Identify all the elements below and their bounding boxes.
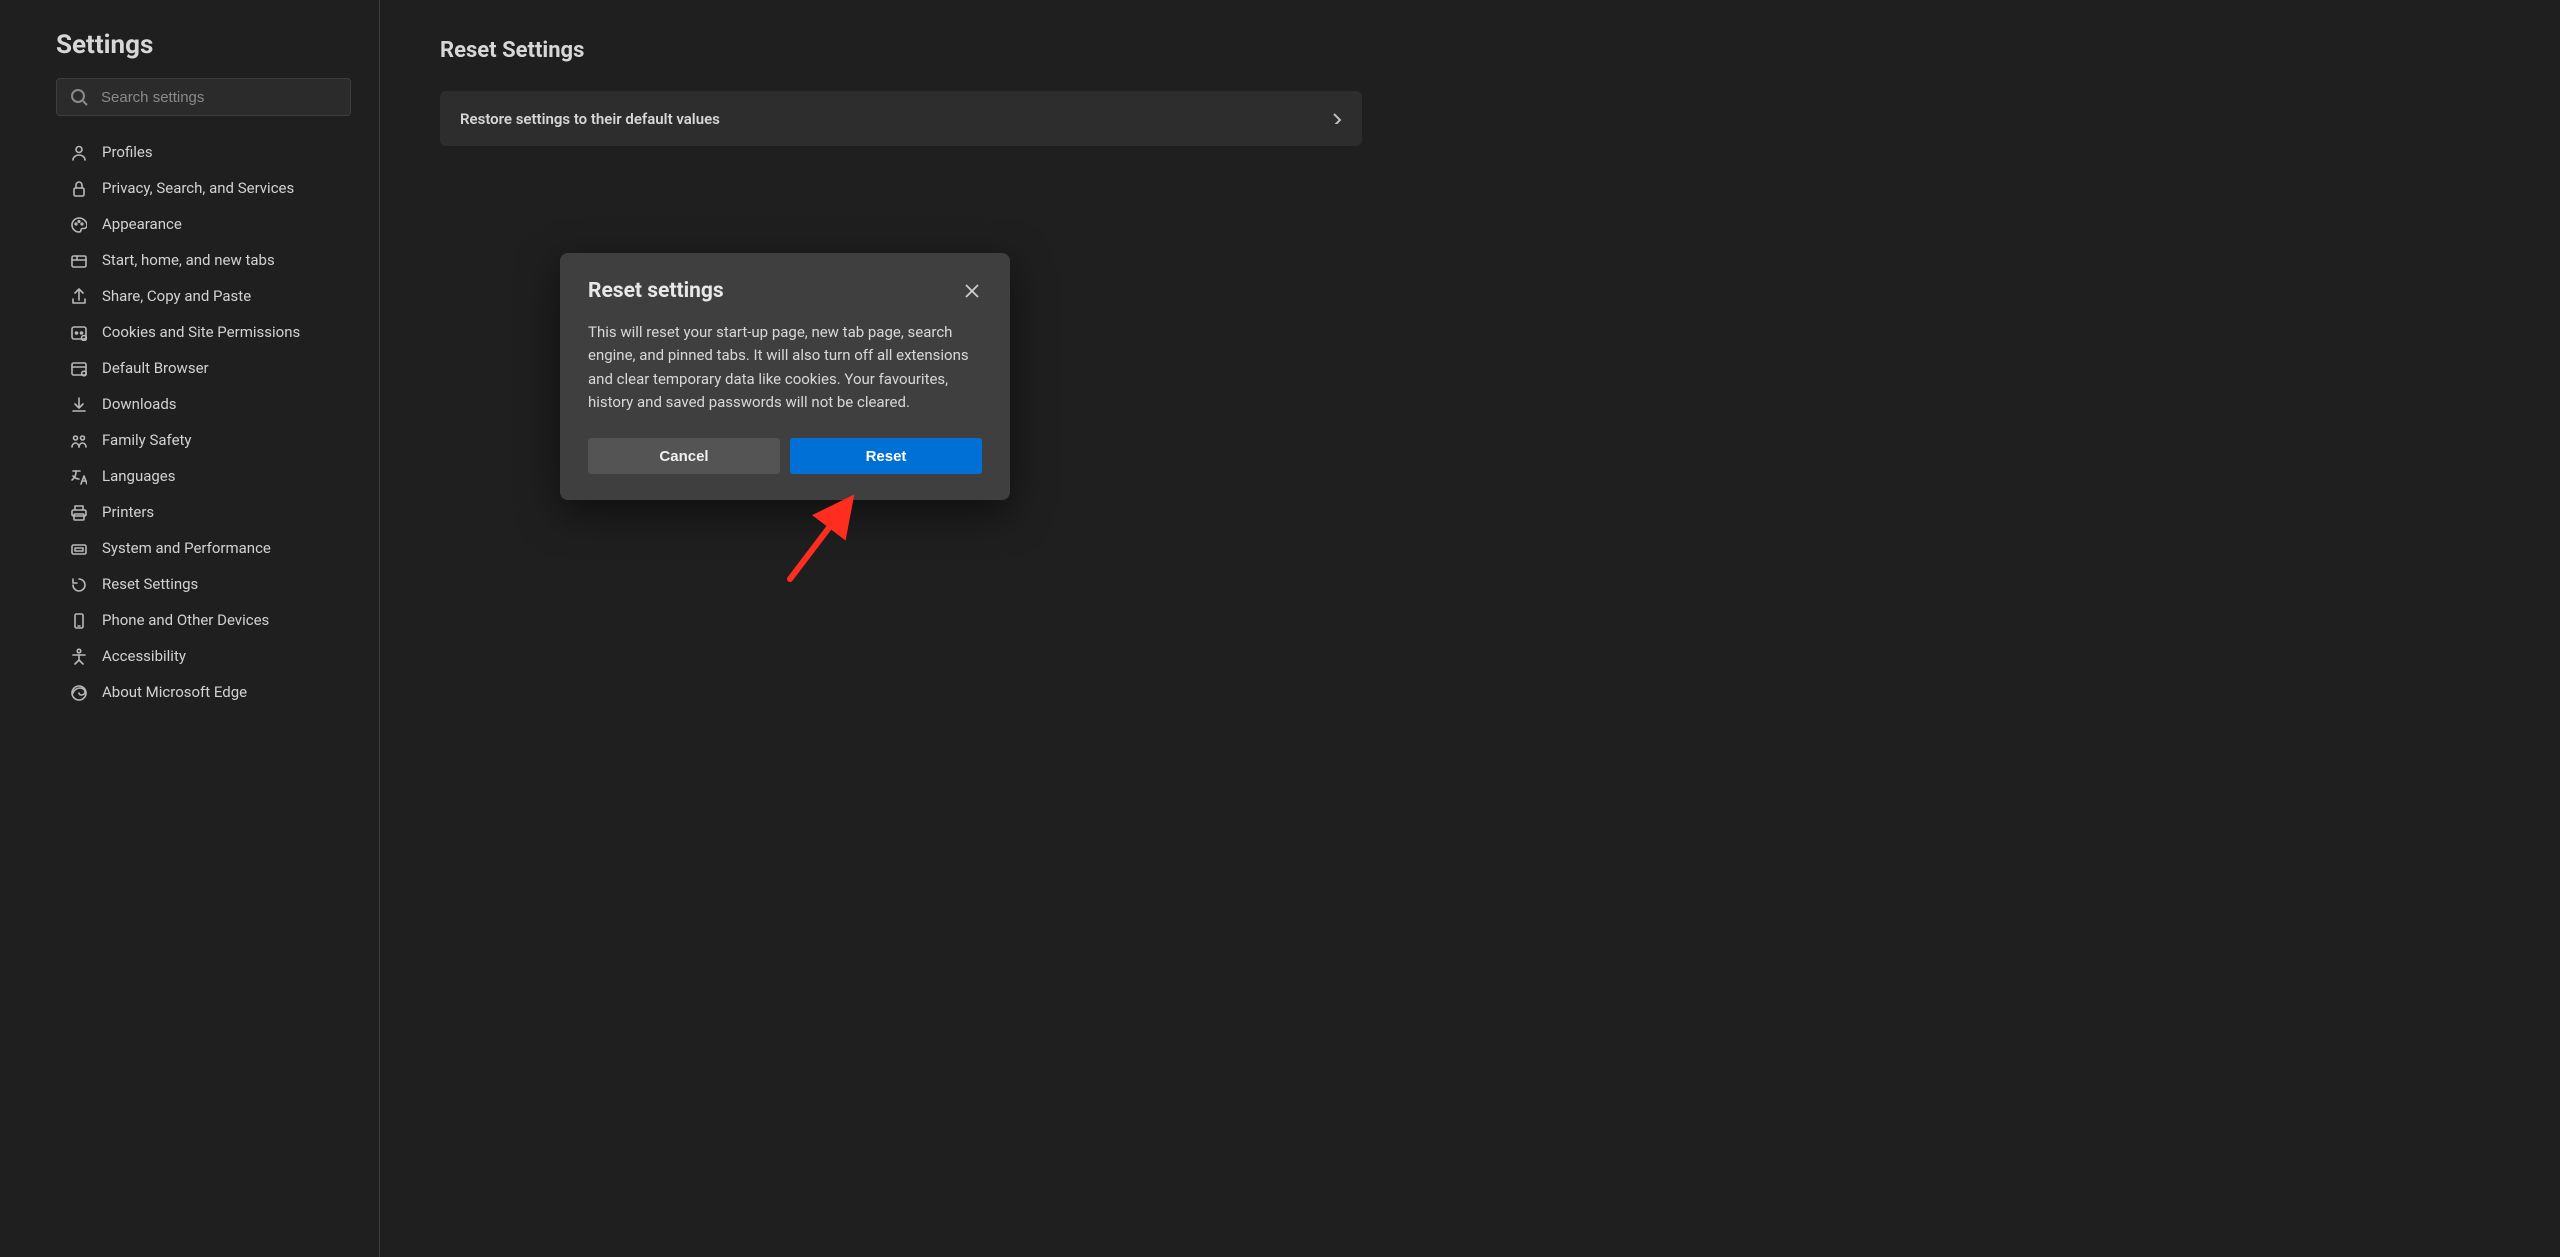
sidebar-item-default-browser[interactable]: Default Browser — [56, 350, 351, 386]
close-icon — [963, 282, 979, 298]
lock-icon — [68, 178, 88, 198]
sidebar-item-share-copy-and-paste[interactable]: Share, Copy and Paste — [56, 278, 351, 314]
sidebar-item-appearance[interactable]: Appearance — [56, 206, 351, 242]
sidebar-item-label: Accessibility — [102, 647, 186, 665]
sidebar-item-about-microsoft-edge[interactable]: About Microsoft Edge — [56, 674, 351, 710]
search-input[interactable] — [56, 78, 351, 116]
dialog-title: Reset settings — [588, 279, 724, 303]
share-icon — [68, 286, 88, 306]
edge-icon — [68, 682, 88, 702]
sidebar-item-languages[interactable]: Languages — [56, 458, 351, 494]
cancel-button[interactable]: Cancel — [588, 438, 780, 474]
search-icon — [70, 88, 88, 106]
sidebar-item-label: Default Browser — [102, 359, 209, 377]
download-icon — [68, 394, 88, 414]
sidebar-item-accessibility[interactable]: Accessibility — [56, 638, 351, 674]
sidebar-item-label: Privacy, Search, and Services — [102, 179, 294, 197]
sidebar-item-profiles[interactable]: Profiles — [56, 134, 351, 170]
browser-icon — [68, 358, 88, 378]
sidebar-item-label: Appearance — [102, 215, 182, 233]
language-icon — [68, 466, 88, 486]
chevron-right-icon — [1328, 109, 1342, 128]
printer-icon — [68, 502, 88, 522]
search-container — [56, 78, 351, 116]
sidebar-item-label: Languages — [102, 467, 176, 485]
sidebar-item-label: About Microsoft Edge — [102, 683, 247, 701]
family-icon — [68, 430, 88, 450]
palette-icon — [68, 214, 88, 234]
sidebar-item-label: Share, Copy and Paste — [102, 287, 251, 305]
sidebar-item-start-home-and-new-tabs[interactable]: Start, home, and new tabs — [56, 242, 351, 278]
sidebar-item-label: Printers — [102, 503, 154, 521]
sidebar-item-family-safety[interactable]: Family Safety — [56, 422, 351, 458]
sidebar-item-label: Reset Settings — [102, 575, 198, 593]
tab-icon — [68, 250, 88, 270]
sidebar-nav: Profiles Privacy, Search, and Services App… — [56, 134, 351, 710]
restore-defaults-label: Restore settings to their default values — [460, 110, 720, 128]
sidebar-item-label: Start, home, and new tabs — [102, 251, 275, 269]
chip-icon — [68, 538, 88, 558]
sidebar-item-label: Family Safety — [102, 431, 192, 449]
sidebar-item-label: Profiles — [102, 143, 153, 161]
sidebar-item-label: Phone and Other Devices — [102, 611, 269, 629]
dialog-body-text: This will reset your start-up page, new … — [588, 321, 982, 414]
sidebar-item-system-and-performance[interactable]: System and Performance — [56, 530, 351, 566]
sidebar-title: Settings — [56, 30, 351, 60]
sidebar-item-label: System and Performance — [102, 539, 271, 557]
settings-sidebar: Settings Profiles Privacy, Search, and Se… — [0, 0, 380, 1257]
cookie-icon — [68, 322, 88, 342]
reset-button[interactable]: Reset — [790, 438, 982, 474]
dialog-actions: Cancel Reset — [588, 438, 982, 474]
sidebar-item-phone-and-other-devices[interactable]: Phone and Other Devices — [56, 602, 351, 638]
sidebar-item-reset-settings[interactable]: Reset Settings — [56, 566, 351, 602]
phone-icon — [68, 610, 88, 630]
dialog-close-button[interactable] — [960, 279, 982, 301]
sidebar-item-printers[interactable]: Printers — [56, 494, 351, 530]
a11y-icon — [68, 646, 88, 666]
page-heading: Reset Settings — [440, 38, 2500, 63]
restore-defaults-row[interactable]: Restore settings to their default values — [440, 91, 1362, 146]
reset-icon — [68, 574, 88, 594]
main-panel: Reset Settings Restore settings to their… — [380, 0, 2560, 1257]
sidebar-item-label: Downloads — [102, 395, 177, 413]
reset-settings-dialog: Reset settings This will reset your star… — [560, 253, 1010, 500]
sidebar-item-downloads[interactable]: Downloads — [56, 386, 351, 422]
profiles-icon — [68, 142, 88, 162]
settings-app: Settings Profiles Privacy, Search, and Se… — [0, 0, 2560, 1257]
sidebar-item-label: Cookies and Site Permissions — [102, 323, 300, 341]
sidebar-item-cookies-and-site-permissions[interactable]: Cookies and Site Permissions — [56, 314, 351, 350]
dialog-header: Reset settings — [588, 279, 982, 303]
sidebar-item-privacy-search-and-services[interactable]: Privacy, Search, and Services — [56, 170, 351, 206]
